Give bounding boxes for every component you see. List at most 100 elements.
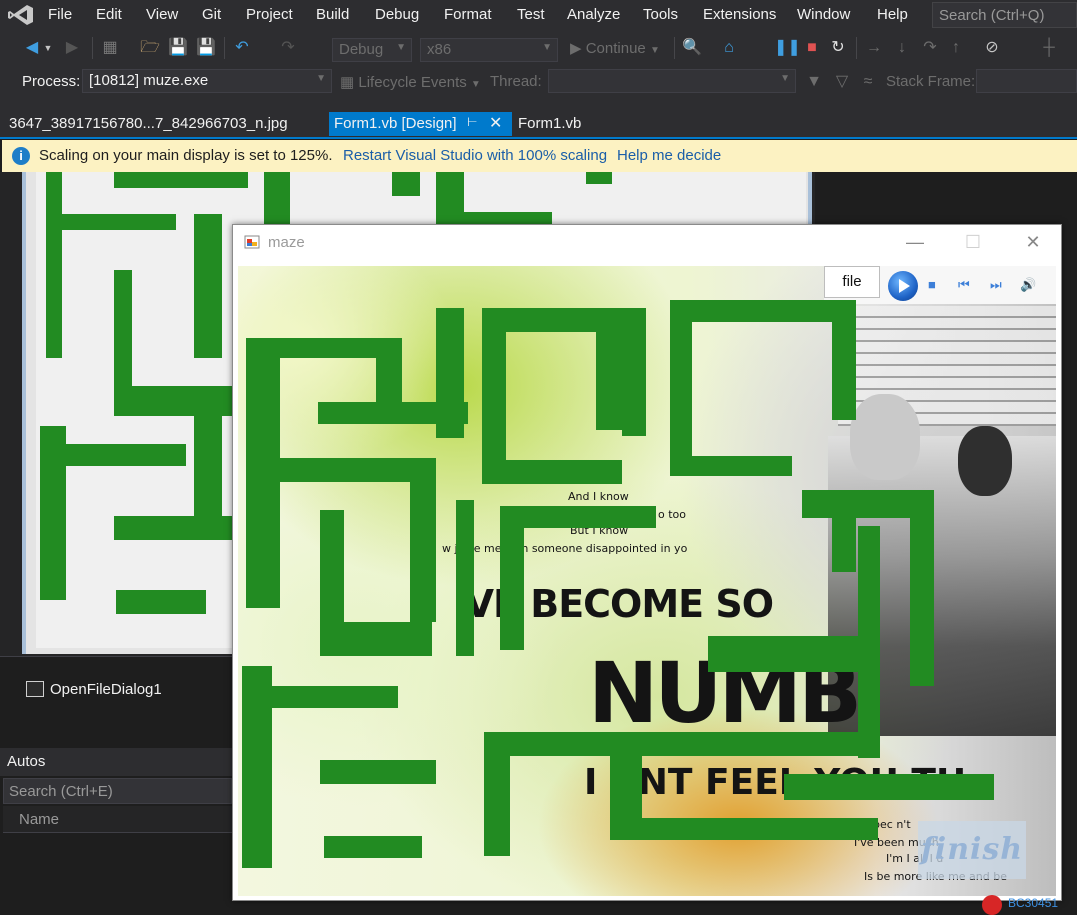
stack-frame-dropdown[interactable]: [976, 69, 1077, 93]
maze-wall: [464, 212, 552, 224]
tab-form1-code[interactable]: Form1.vb: [513, 112, 603, 136]
menu-debug[interactable]: Debug: [375, 6, 419, 23]
help-me-decide-link[interactable]: Help me decide: [617, 147, 721, 164]
maze-wall: [784, 774, 994, 800]
maze-wall: [858, 526, 880, 758]
pause-icon[interactable]: ❚❚: [774, 38, 801, 58]
file-button[interactable]: file: [824, 266, 880, 298]
lifecycle-events-button[interactable]: ▦ Lifecycle Events ▼: [340, 73, 481, 91]
pin-icon[interactable]: ⊢: [467, 115, 477, 129]
maze-wall: [482, 308, 506, 484]
maze-wall: [586, 172, 612, 184]
tab-label: 3647_38917156780...7_842966703_n.jpg: [9, 115, 288, 132]
chevron-down-icon: ▼: [470, 79, 481, 90]
menu-analyze[interactable]: Analyze: [567, 6, 620, 23]
maze-wall: [272, 686, 398, 708]
maximize-button[interactable]: ☐: [953, 229, 993, 255]
maze-wall: [392, 172, 420, 196]
autos-column-header[interactable]: Name: [3, 806, 232, 833]
solution-config-dropdown[interactable]: Debug ▼: [332, 38, 412, 62]
open-folder-icon[interactable]: 🗁: [140, 38, 160, 58]
artwork-text: o too: [658, 508, 686, 521]
maze-wall: [194, 214, 222, 358]
close-icon[interactable]: ✕: [489, 113, 502, 133]
step-into-icon[interactable]: ↓: [892, 38, 912, 58]
maze-client-area[interactable]: And I know o too But I know w jus e me w…: [238, 266, 1056, 896]
continue-button[interactable]: ▶ Continue ▼: [570, 39, 660, 57]
open-file-dialog-icon[interactable]: [26, 681, 44, 697]
menu-view[interactable]: View: [146, 6, 178, 23]
volume-icon[interactable]: 🔊: [1020, 278, 1036, 292]
maze-wall: [410, 458, 436, 622]
back-dropdown-icon[interactable]: ▼: [42, 38, 54, 58]
maze-wall: [40, 426, 66, 600]
menu-bar: File Edit View Git Project Build Debug F…: [0, 0, 1077, 30]
maze-wall: [436, 172, 464, 224]
browser-icon[interactable]: ⌂: [718, 38, 740, 58]
maze-wall: [482, 460, 622, 484]
maze-wall: [116, 590, 206, 614]
maze-form-window[interactable]: maze — ☐ ✕ And I know o too But I know w…: [232, 224, 1062, 901]
step-over-icon[interactable]: →: [864, 38, 884, 58]
maze-wall: [910, 490, 934, 686]
finish-label[interactable]: finish: [918, 821, 1026, 879]
maze-wall: [242, 666, 272, 868]
menu-test[interactable]: Test: [517, 6, 545, 23]
forward-icon[interactable]: ▶: [62, 38, 82, 58]
redo-icon[interactable]: ↷: [278, 38, 298, 58]
tab-form1-design[interactable]: Form1.vb [Design] ⊢ ✕: [329, 112, 512, 136]
menu-git[interactable]: Git: [202, 6, 221, 23]
maze-wall: [708, 636, 858, 672]
menu-file[interactable]: File: [48, 6, 72, 23]
person-photo: [850, 394, 920, 480]
maze-wall: [46, 172, 62, 358]
autos-panel-title[interactable]: Autos: [0, 748, 232, 776]
chevron-down-icon: ▼: [780, 73, 790, 84]
maze-wall: [500, 506, 656, 528]
stop-icon[interactable]: ■: [928, 278, 936, 292]
menu-edit[interactable]: Edit: [96, 6, 122, 23]
menu-help[interactable]: Help: [877, 6, 908, 23]
step-out-icon[interactable]: ↷: [920, 38, 940, 58]
stop-icon[interactable]: ■: [802, 38, 822, 58]
maze-wall: [670, 456, 792, 476]
menu-window[interactable]: Window: [797, 6, 850, 23]
close-button[interactable]: ✕: [1013, 229, 1053, 255]
undo-icon[interactable]: ↶: [232, 38, 252, 58]
search-input[interactable]: Search (Ctrl+Q): [932, 2, 1077, 28]
play-icon[interactable]: [888, 271, 918, 301]
menu-project[interactable]: Project: [246, 6, 293, 23]
thread-dropdown[interactable]: ▼: [548, 69, 796, 93]
autos-search-input[interactable]: Search (Ctrl+E): [3, 778, 232, 804]
chevron-down-icon: ▼: [542, 42, 552, 53]
back-icon[interactable]: ◀: [22, 38, 42, 58]
menu-build[interactable]: Build: [316, 6, 349, 23]
tab-image-file[interactable]: 3647_38917156780...7_842966703_n.jpg: [4, 112, 326, 136]
threads-icon[interactable]: ≈: [858, 72, 878, 92]
platform-label: x86: [427, 41, 452, 58]
process-dropdown[interactable]: [10812] muze.exe ▼: [82, 69, 332, 93]
comment-icon[interactable]: ⊘: [982, 38, 1002, 58]
menu-format[interactable]: Format: [444, 6, 492, 23]
info-message: Scaling on your main display is set to 1…: [39, 147, 333, 164]
app-icon: [244, 235, 260, 249]
save-icon[interactable]: 💾: [168, 38, 188, 58]
align-icon[interactable]: ┼: [1038, 38, 1060, 58]
find-in-files-icon[interactable]: 🔍: [682, 38, 702, 58]
restart-icon[interactable]: ↻: [828, 38, 848, 58]
menu-tools[interactable]: Tools: [643, 6, 678, 23]
save-all-icon[interactable]: 💾: [196, 38, 216, 58]
visual-studio-logo-icon[interactable]: [8, 4, 34, 26]
new-project-icon[interactable]: ▦: [100, 38, 120, 58]
filter-icon[interactable]: ▼: [804, 72, 824, 92]
restart-scaling-link[interactable]: Restart Visual Studio with 100% scaling: [343, 147, 607, 164]
open-file-dialog-component[interactable]: OpenFileDialog1: [50, 681, 162, 698]
process-value: [10812] muze.exe: [89, 72, 209, 89]
platform-dropdown[interactable]: x86 ▼: [420, 38, 558, 62]
step-up-icon[interactable]: ↑: [946, 38, 966, 58]
previous-icon[interactable]: ⏮: [958, 278, 970, 292]
menu-extensions[interactable]: Extensions: [703, 6, 776, 23]
clear-filter-icon[interactable]: ▽: [832, 72, 852, 92]
next-icon[interactable]: ⏭: [990, 278, 1002, 292]
minimize-button[interactable]: —: [895, 229, 935, 255]
